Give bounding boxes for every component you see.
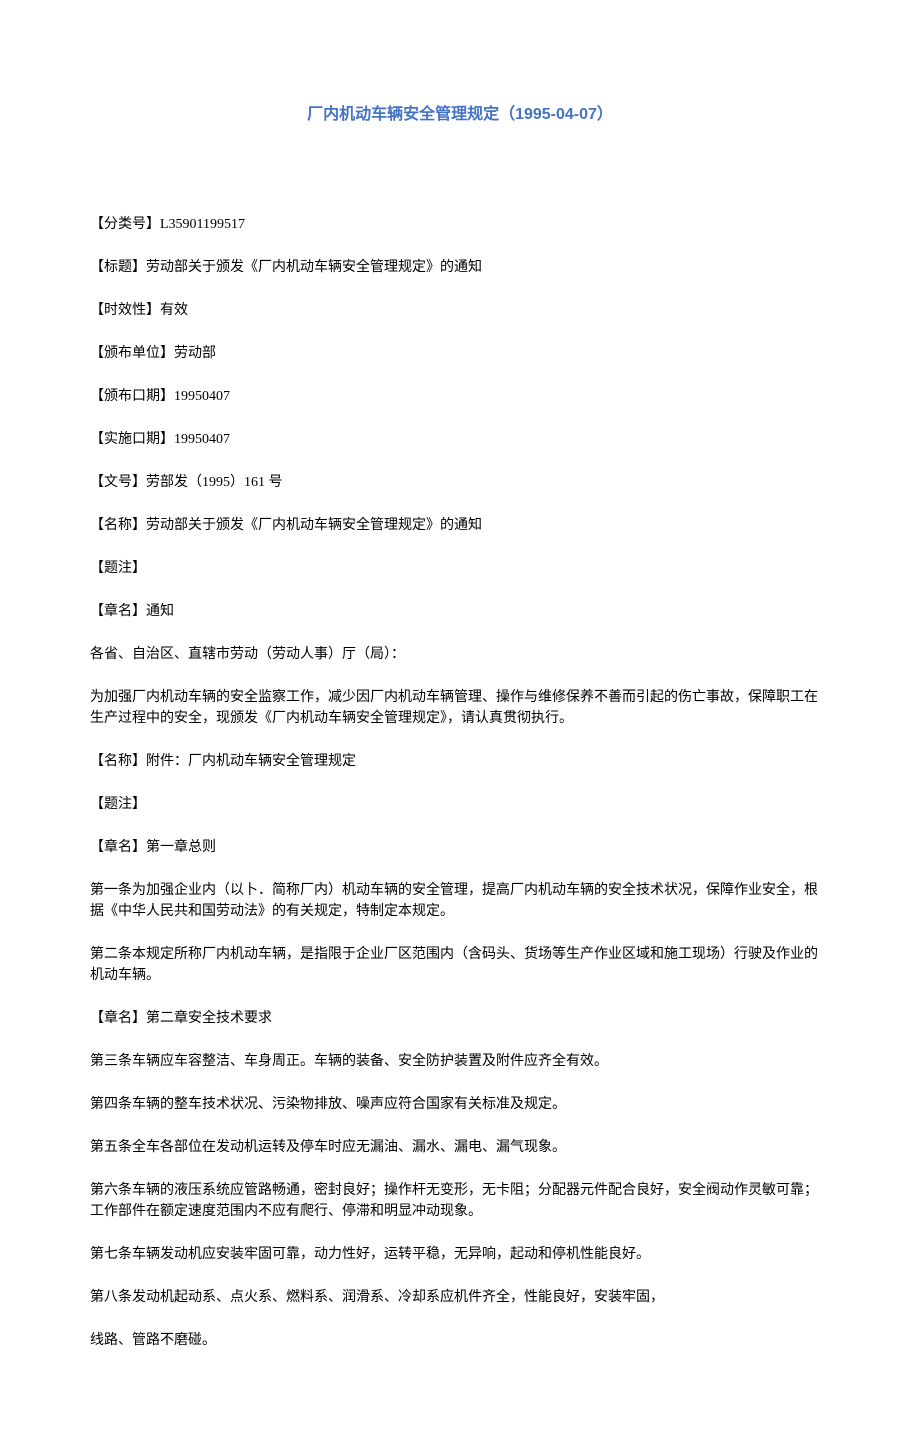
paragraph: 第七条车辆发动机应安装牢固可靠，动力性好，运转平稳，无异响，起动和停机性能良好。: [90, 1244, 830, 1265]
paragraph: 【章名】第一章总则: [90, 837, 830, 858]
paragraph: 【分类号】L35901199517: [90, 214, 830, 235]
paragraph: 【颁布单位】劳动部: [90, 343, 830, 364]
paragraph: 线路、管路不磨碰。: [90, 1330, 830, 1351]
paragraph: 【名称】附件：厂内机动车辆安全管理规定: [90, 751, 830, 772]
paragraph: 各省、自治区、直辖市劳动（劳动人事）厅（局）：: [90, 644, 830, 665]
paragraph: 【章名】通知: [90, 601, 830, 622]
paragraph: 第二条本规定所称厂内机动车辆，是指限于企业厂区范围内（含码头、货场等生产作业区域…: [90, 944, 830, 986]
paragraph: 【标题】劳动部关于颁发《厂内机动车辆安全管理规定》的通知: [90, 257, 830, 278]
paragraph: 第一条为加强企业内（以卜．简称厂内）机动车辆的安全管理，提高厂内机动车辆的安全技…: [90, 880, 830, 922]
paragraph: 【文号】劳部发（1995）161 号: [90, 472, 830, 493]
paragraph: 【实施口期】19950407: [90, 429, 830, 450]
paragraph: 【题注】: [90, 794, 830, 815]
document-title: 厂内机动车辆安全管理规定（1995-04-07）: [90, 100, 830, 124]
paragraph: 第六条车辆的液压系统应管路畅通，密封良好；操作杆无变形，无卡阻；分配器元件配合良…: [90, 1180, 830, 1222]
paragraph: 第四条车辆的整车技术状况、污染物排放、噪声应符合国家有关标准及规定。: [90, 1094, 830, 1115]
paragraph: 【颁布口期】19950407: [90, 386, 830, 407]
paragraph: 【时效性】有效: [90, 300, 830, 321]
paragraph: 【章名】第二章安全技术要求: [90, 1008, 830, 1029]
paragraph: 【题注】: [90, 558, 830, 579]
paragraph: 第三条车辆应车容整洁、车身周正。车辆的装备、安全防护装置及附件应齐全有效。: [90, 1051, 830, 1072]
paragraph: 第八条发动机起动系、点火系、燃料系、润滑系、冷却系应机件齐全，性能良好，安装牢固…: [90, 1287, 830, 1308]
paragraph: 【名称】劳动部关于颁发《厂内机动车辆安全管理规定》的通知: [90, 515, 830, 536]
paragraph: 为加强厂内机动车辆的安全监察工作，减少因厂内机动车辆管理、操作与维修保养不善而引…: [90, 687, 830, 729]
paragraph: 第五条全车各部位在发动机运转及停车时应无漏油、漏水、漏电、漏气现象。: [90, 1137, 830, 1158]
